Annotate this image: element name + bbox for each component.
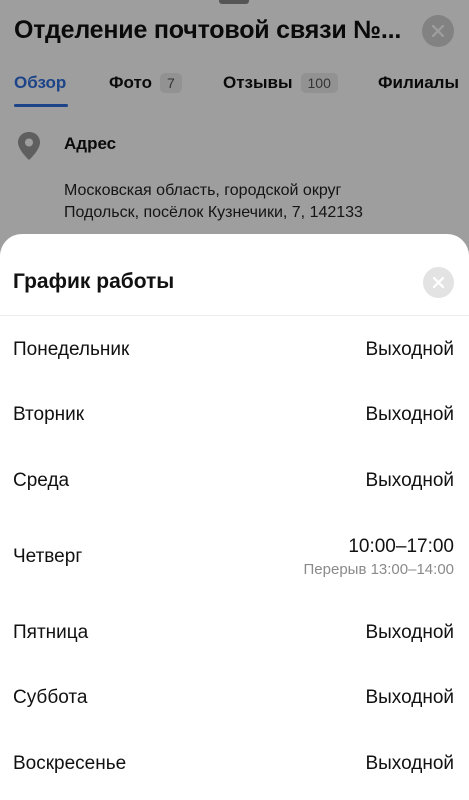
sheet-title: График работы xyxy=(13,270,175,293)
day-name: Четверг xyxy=(13,546,83,567)
day-name: Среда xyxy=(13,470,70,491)
day-hours: Выходной xyxy=(365,470,454,491)
day-name: Понедельник xyxy=(13,339,130,360)
day-hours: Выходной xyxy=(365,753,454,774)
day-hours: Выходной xyxy=(365,622,454,643)
day-name: Вторник xyxy=(13,404,85,425)
close-icon xyxy=(433,277,444,288)
day-name: Пятница xyxy=(13,622,89,643)
sheet-close-button[interactable] xyxy=(423,267,454,298)
day-hours: Выходной xyxy=(365,339,454,360)
day-name: Воскресенье xyxy=(13,753,127,774)
divider xyxy=(0,315,469,316)
day-name: Суббота xyxy=(13,687,88,708)
day-hours: Выходной xyxy=(365,404,454,425)
day-hours: 10:00–17:00 xyxy=(348,536,454,557)
working-hours-sheet: График работы Понедельник Выходной Вторн… xyxy=(0,234,469,800)
break-hours: Перерыв 13:00–14:00 xyxy=(303,561,454,578)
day-hours: Выходной xyxy=(365,687,454,708)
